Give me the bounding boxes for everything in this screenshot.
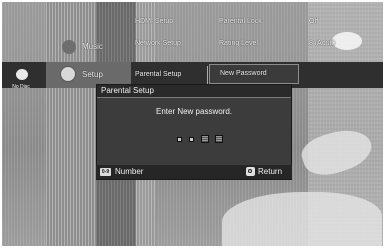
background-shape (332, 32, 362, 50)
number-keys-icon: 0-9 (100, 168, 111, 176)
password-digit-empty (177, 137, 182, 142)
setup-gear-icon (60, 66, 76, 82)
password-digit-entered (215, 135, 223, 143)
password-field[interactable] (175, 134, 227, 144)
parental-lock-value: Off (309, 18, 319, 25)
background-shape (222, 192, 382, 246)
menu-item-rating-level[interactable]: Rating Level (219, 40, 258, 47)
password-digit-empty (189, 137, 194, 142)
menu-item-parental-lock[interactable]: Parental Lock (219, 18, 262, 25)
menu-item-hdmi-setup[interactable]: HDMI Setup (135, 18, 173, 25)
rating-level-value: 8 (Adult) (309, 40, 336, 47)
dialog-footer: 0-9 Number Return (96, 165, 292, 179)
sidebar-item-music[interactable]: Music (82, 42, 103, 51)
music-icon (62, 40, 76, 54)
menu-item-new-password-label: New Password (220, 70, 267, 77)
dialog-title-bar: Parental Setup (97, 85, 291, 98)
return-key-icon[interactable] (246, 167, 255, 176)
sidebar-item-setup[interactable]: Setup (82, 70, 103, 79)
password-digit-entered (201, 135, 209, 143)
return-hint[interactable]: Return (258, 167, 282, 176)
background-stripe (46, 2, 96, 246)
disc-status-label: No Disc (12, 84, 30, 90)
dialog-title: Parental Setup (101, 86, 154, 95)
dialog-prompt: Enter New password. (155, 107, 233, 116)
menu-item-new-password[interactable]: New Password (209, 64, 299, 84)
menu-item-parental-setup[interactable]: Parental Setup (135, 71, 181, 78)
number-hint: Number (115, 167, 144, 176)
menu-separator (207, 66, 208, 84)
tv-setup-screen: HDMI Setup Parental Lock Off Network Set… (2, 2, 383, 246)
menu-item-network-setup[interactable]: Network Setup (135, 40, 181, 47)
